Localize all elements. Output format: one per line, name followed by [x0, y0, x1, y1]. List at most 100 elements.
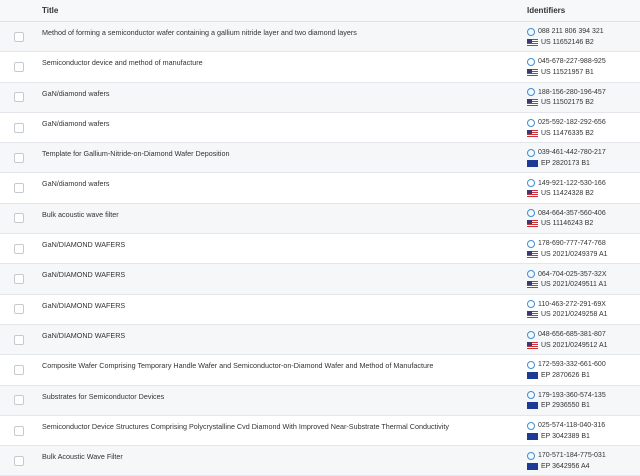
- publication-number[interactable]: US 11502175 B2: [541, 99, 594, 106]
- publication-number[interactable]: US 11521957 B1: [541, 69, 594, 76]
- publication-number[interactable]: US 11424328 B2: [541, 190, 594, 197]
- lens-id[interactable]: 048-656-685-381-807: [538, 331, 606, 338]
- publication-number[interactable]: EP 2936550 B1: [541, 402, 590, 409]
- row-title[interactable]: Bulk Acoustic Wave Filter: [38, 446, 525, 461]
- row-checkbox[interactable]: [14, 122, 24, 133]
- lens-id[interactable]: 188-156-280-196-457: [538, 89, 606, 96]
- row-checkbox[interactable]: [14, 213, 24, 224]
- table-row: Semiconductor device and method of manuf…: [0, 52, 640, 83]
- lens-id[interactable]: 149-921-122-530-166: [538, 180, 606, 187]
- us-flag-icon: [527, 311, 538, 319]
- row-title[interactable]: GaN/DIAMOND WAFERS: [38, 325, 525, 340]
- publication-number[interactable]: US 2021/0249258 A1: [541, 311, 608, 318]
- row-title[interactable]: Composite Wafer Comprising Temporary Han…: [38, 355, 525, 370]
- row-checkbox[interactable]: [14, 395, 24, 406]
- lens-id[interactable]: 088 211 806 394 321: [538, 28, 604, 35]
- column-identifiers[interactable]: Identifiers: [525, 6, 640, 15]
- lens-id[interactable]: 084-664-357-560-406: [538, 210, 606, 217]
- row-checkbox[interactable]: [14, 425, 24, 436]
- table-row: Method of forming a semiconductor wafer …: [0, 22, 640, 53]
- lens-id[interactable]: 179-193-360-574-135: [538, 392, 606, 399]
- lens-id-icon: [527, 391, 535, 400]
- identifiers: 025-592-182-292-656 US 11476335 B2: [525, 118, 640, 137]
- lens-id[interactable]: 039-461-442-780-217: [538, 149, 606, 156]
- row-title[interactable]: GaN/diamond wafers: [38, 113, 525, 128]
- lens-id[interactable]: 178-690-777-747-768: [538, 240, 606, 247]
- identifiers: 110-463-272-291-69X US 2021/0249258 A1: [525, 300, 640, 319]
- eu-flag-icon: [527, 402, 538, 410]
- row-checkbox[interactable]: [14, 304, 24, 315]
- publication-number[interactable]: EP 2820173 B1: [541, 160, 590, 167]
- row-title[interactable]: Template for Gallium-Nitride-on-Diamond …: [38, 143, 525, 158]
- lens-id[interactable]: 110-463-272-291-69X: [538, 301, 606, 308]
- lens-id-icon: [527, 330, 535, 339]
- identifiers: 064-704-025-357-32X US 2021/0249511 A1: [525, 270, 640, 289]
- row-checkbox[interactable]: [14, 455, 24, 466]
- identifiers: 025-574-118-040-316 EP 3042389 B1: [525, 421, 640, 440]
- table-row: Semiconductor Device Structures Comprisi…: [0, 416, 640, 447]
- row-checkbox[interactable]: [14, 364, 24, 375]
- identifiers: 045-678-227-988-925 US 11521957 B1: [525, 57, 640, 76]
- row-checkbox[interactable]: [14, 334, 24, 345]
- lens-id-icon: [527, 148, 535, 157]
- lens-id-icon: [527, 209, 535, 218]
- lens-id-icon: [527, 239, 535, 248]
- table-row: GaN/DIAMOND WAFERS 048-656-685-381-807 U…: [0, 324, 640, 356]
- table-row: Bulk acoustic wave filter 084-664-357-56…: [0, 203, 640, 235]
- row-title[interactable]: Substrates for Semiconductor Devices: [38, 386, 525, 401]
- publication-number[interactable]: US 11146243 B2: [541, 220, 593, 227]
- row-checkbox[interactable]: [14, 243, 24, 254]
- table-row: Bulk Acoustic Wave Filter 170-571-184-77…: [0, 446, 640, 476]
- row-title[interactable]: Bulk acoustic wave filter: [38, 204, 525, 219]
- publication-number[interactable]: US 2021/0249511 A1: [541, 281, 607, 288]
- lens-id[interactable]: 172-593-332-661-600: [538, 361, 606, 368]
- identifiers: 149-921-122-530-166 US 11424328 B2: [525, 179, 640, 198]
- lens-id[interactable]: 025-574-118-040-316: [538, 422, 605, 429]
- column-title[interactable]: Title: [38, 6, 525, 15]
- identifiers: 172-593-332-661-600 EP 2870626 B1: [525, 360, 640, 379]
- row-title[interactable]: GaN/diamond wafers: [38, 83, 525, 98]
- row-checkbox[interactable]: [14, 152, 24, 163]
- identifiers: 178-690-777-747-768 US 2021/0249379 A1: [525, 239, 640, 258]
- row-title[interactable]: GaN/DIAMOND WAFERS: [38, 295, 525, 310]
- us-flag-icon: [527, 281, 538, 289]
- lens-id[interactable]: 045-678-227-988-925: [538, 58, 606, 65]
- row-title[interactable]: GaN/DIAMOND WAFERS: [38, 234, 525, 249]
- row-checkbox[interactable]: [14, 274, 24, 285]
- lens-id[interactable]: 064-704-025-357-32X: [538, 271, 607, 278]
- row-checkbox[interactable]: [14, 92, 24, 103]
- publication-number[interactable]: US 2021/0249379 A1: [541, 251, 608, 258]
- table-row: Template for Gallium-Nitride-on-Diamond …: [0, 143, 640, 174]
- row-title[interactable]: Semiconductor device and method of manuf…: [38, 52, 525, 67]
- row-checkbox[interactable]: [14, 183, 24, 194]
- publication-number[interactable]: EP 2870626 B1: [541, 372, 590, 379]
- table-row: GaN/DIAMOND WAFERS 110-463-272-291-69X U…: [0, 295, 640, 325]
- lens-id-icon: [527, 118, 535, 127]
- us-flag-icon: [527, 38, 538, 46]
- row-checkbox[interactable]: [14, 61, 24, 72]
- publication-number[interactable]: US 2021/0249512 A1: [541, 342, 608, 349]
- us-flag-icon: [527, 250, 538, 258]
- identifiers: 048-656-685-381-807 US 2021/0249512 A1: [525, 330, 640, 349]
- row-checkbox[interactable]: [14, 31, 24, 42]
- row-title[interactable]: GaN/diamond wafers: [38, 173, 525, 188]
- us-flag-icon: [527, 99, 538, 107]
- us-flag-icon: [527, 220, 538, 228]
- us-flag-icon: [527, 68, 538, 76]
- identifiers: 088 211 806 394 321 US 11652146 B2: [525, 27, 640, 46]
- publication-number[interactable]: US 11476335 B2: [541, 130, 594, 137]
- table-row: GaN/diamond wafers 149-921-122-530-166 U…: [0, 173, 640, 204]
- row-title[interactable]: GaN/DIAMOND WAFERS: [38, 264, 525, 279]
- publication-number[interactable]: US 11652146 B2: [541, 39, 594, 46]
- lens-id-icon: [527, 300, 535, 309]
- row-title[interactable]: Semiconductor Device Structures Comprisi…: [38, 416, 525, 431]
- row-title[interactable]: Method of forming a semiconductor wafer …: [38, 22, 525, 37]
- publication-number[interactable]: EP 3642956 A4: [541, 463, 590, 470]
- identifiers: 188-156-280-196-457 US 11502175 B2: [525, 88, 640, 107]
- identifiers: 170-571-184-775-031 EP 3642956 A4: [525, 451, 640, 470]
- us-flag-icon: [527, 190, 538, 198]
- lens-id[interactable]: 025-592-182-292-656: [538, 119, 606, 126]
- lens-id-icon: [527, 179, 535, 188]
- publication-number[interactable]: EP 3042389 B1: [541, 433, 590, 440]
- lens-id[interactable]: 170-571-184-775-031: [538, 452, 606, 459]
